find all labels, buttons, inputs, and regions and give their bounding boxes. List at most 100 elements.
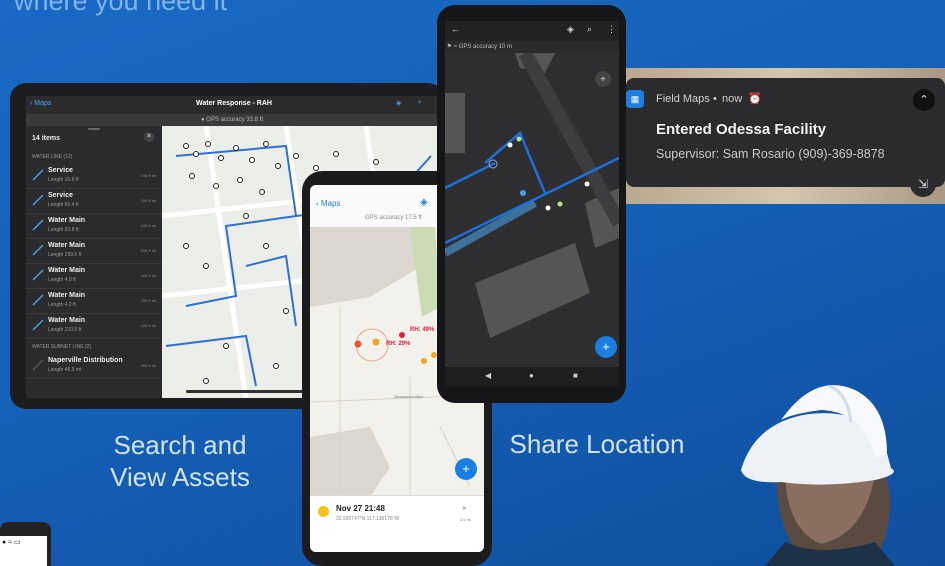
list-item[interactable]: Water Main Length 210.5 ft 106 ft mi (26, 314, 162, 339)
list-item[interactable]: Service Length 66.4 ft 106 ft mi (26, 189, 162, 214)
list-item[interactable]: Water Main Length 4.2 ft 106 ft mi (26, 289, 162, 314)
point-symbol-icon (318, 506, 329, 517)
tablet-back-label: Maps (34, 100, 52, 107)
notification-title: Entered Odessa Facility (656, 121, 827, 138)
list-item[interactable]: Naperville Distribution Length 46.5 mi 4… (26, 354, 162, 379)
caption-share: Share Location (509, 429, 685, 459)
notification-separator: • (713, 93, 717, 105)
line-feature-icon (32, 269, 44, 281)
list-item-title: Water Main (48, 267, 86, 274)
tablet-back-button[interactable]: ‹ Maps (30, 100, 51, 107)
close-icon[interactable]: × (144, 132, 154, 142)
card-coords: 33.930747°N 117.130176°W (336, 516, 400, 522)
results-panel: 14 items × WATER LINE (12) Service Length… (26, 126, 162, 398)
card-close-icon[interactable]: × (462, 504, 467, 513)
phone-center-back-label: Maps (320, 199, 341, 208)
list-item-title: Service (48, 167, 73, 174)
add-button[interactable]: + (595, 336, 617, 358)
list-item-distance: 106 ft mi (140, 223, 156, 228)
line-feature-icon (32, 219, 44, 231)
list-item[interactable]: Water Main Length 299.5 ft 106 ft mi (26, 239, 162, 264)
nav-back-icon[interactable]: ◀ (485, 371, 491, 380)
phone-right-screen: ← ◈ ⌕ ⋮ ⚑ ≈ GPS accuracy 10 m ⌖ + ◀ ● ■ (445, 21, 619, 387)
list-item-title: Service (48, 192, 73, 199)
collapse-chevron-icon[interactable]: ⌃ (913, 89, 935, 111)
line-feature-icon (32, 194, 44, 206)
list-item-subtitle: Length 4.0 ft (48, 277, 76, 283)
navigation-icon[interactable]: ⇲ (910, 171, 936, 197)
list-item-subtitle: Length 210.5 ft (48, 327, 82, 333)
list-item[interactable]: Water Main Length 92.8 ft 106 ft mi (26, 214, 162, 239)
notification-banner: ▦ Field Maps • now ⏰ ⌃ Entered Odessa Fa… (626, 68, 945, 204)
list-item-title: Naperville Distribution (48, 357, 123, 364)
rh-label-2: RH: 29% (386, 341, 411, 347)
phone-right-gps-text: GPS accuracy 10 m (458, 44, 513, 50)
nav-home-icon[interactable]: ● (529, 371, 534, 380)
section-subnet-line: WATER SUBNET LINE (2) (32, 344, 92, 350)
small-device-screen: ● ≈ ▭ (0, 536, 47, 566)
layers-icon[interactable]: ◈ (396, 99, 401, 107)
list-item-distance: 106 ft mi (140, 248, 156, 253)
card-title: Nov 27 21:48 (336, 504, 385, 513)
headline: where you need it (14, 0, 228, 16)
nav-recents-icon[interactable]: ■ (573, 371, 578, 380)
line-feature-icon (32, 359, 44, 371)
line-feature-icon (32, 319, 44, 331)
line-feature-icon (32, 294, 44, 306)
phone-center-back-button[interactable]: ‹ Maps (316, 199, 340, 208)
feature-card[interactable]: Nov 27 21:48 33.930747°N 117.130176°W × … (310, 495, 484, 552)
phone-right-toolbar: ← ◈ ⌕ ⋮ (445, 21, 619, 41)
caption-search-line1: Search and (113, 430, 247, 460)
search-icon[interactable]: ⌕ (418, 99, 422, 107)
alarm-icon: ⏰ (748, 93, 762, 105)
list-item-title: Water Main (48, 292, 86, 299)
caption-search-line2: View Assets (110, 462, 250, 492)
list-item-subtitle: Length 66.4 ft (48, 202, 79, 208)
list-item-subtitle: Length 92.8 ft (48, 227, 79, 233)
search-icon[interactable]: ⌕ (587, 24, 592, 35)
panel-grabber[interactable] (88, 128, 100, 130)
list-item-subtitle: Length 4.2 ft (48, 302, 76, 308)
list-item-distance: 106 ft mi (140, 173, 156, 178)
items-count: 14 items (32, 135, 61, 142)
notification-time: now (722, 93, 743, 105)
card-distance: 3.6 mi (460, 517, 471, 522)
layers-icon[interactable]: ◈ (420, 197, 428, 208)
list-item-distance: 106 ft mi (140, 198, 156, 203)
line-feature-icon (32, 169, 44, 181)
list-item-title: Water Main (48, 217, 86, 224)
locate-icon[interactable]: ⌖ (595, 71, 611, 87)
back-arrow-icon[interactable]: ← (451, 24, 460, 34)
small-device: ● ≈ ▭ (0, 522, 51, 566)
list-item-subtitle: Length 299.5 ft (48, 252, 82, 258)
list-item[interactable]: Water Main Length 4.0 ft 106 ft mi (26, 264, 162, 289)
tablet-top-bar: ‹ Maps Water Response - RAH ◈ ⌕ (26, 96, 438, 114)
notification-app-name: Field Maps (656, 93, 710, 105)
tablet-gps-status: ● GPS accuracy 33.8 ft (26, 114, 438, 126)
street-label: Alessandro Blvd (394, 394, 423, 399)
phone-right-map[interactable] (445, 53, 619, 367)
field-maps-app-icon: ▦ (626, 90, 644, 108)
notification-card[interactable]: ▦ Field Maps • now ⏰ ⌃ Entered Odessa Fa… (626, 78, 945, 187)
list-item[interactable]: Service Length 10.6 ft 106 ft mi (26, 164, 162, 189)
phone-right-gps: ⚑ ≈ GPS accuracy 10 m (445, 41, 619, 53)
add-button[interactable]: + (455, 458, 477, 480)
list-item-distance: 406 ft mi (140, 363, 156, 368)
list-item-distance: 106 ft mi (140, 273, 156, 278)
list-item-title: Water Main (48, 317, 86, 324)
notification-body: Supervisor: Sam Rosario (909)-369-8878 (656, 147, 885, 161)
android-nav-bar: ◀ ● ■ (445, 367, 619, 387)
list-item-distance: 106 ft mi (140, 323, 156, 328)
status-icons: ● ≈ ▭ (2, 539, 21, 546)
caption-search: Search and View Assets (95, 429, 265, 493)
tablet-gps-text: GPS accuracy 33.8 ft (206, 117, 263, 123)
line-feature-icon (32, 244, 44, 256)
list-item-distance: 106 ft mi (140, 298, 156, 303)
more-menu-icon[interactable]: ⋮ (607, 24, 616, 35)
worker-photo (741, 384, 895, 566)
section-water-line: WATER LINE (12) (32, 154, 73, 160)
phone-right-device: ← ◈ ⌕ ⋮ ⚑ ≈ GPS accuracy 10 m ⌖ + ◀ ● ■ (437, 5, 626, 403)
rh-label-1: RH: 49% (410, 327, 435, 333)
list-item-subtitle: Length 46.5 mi (48, 367, 82, 373)
layers-icon[interactable]: ◈ (567, 24, 574, 35)
